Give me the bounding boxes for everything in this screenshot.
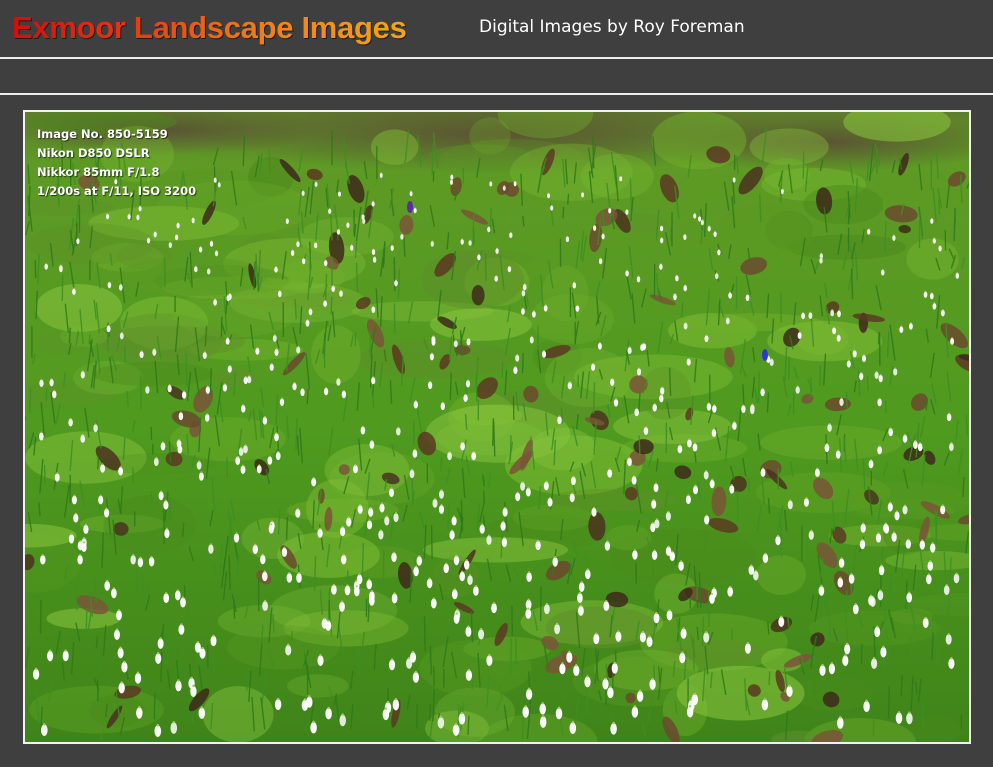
site-tagline: Digital Images by Roy Foreman xyxy=(479,17,745,37)
exif-exposure: 1/200s at F/11, ISO 3200 xyxy=(37,184,197,198)
site-title[interactable]: Exmoor Landscape Images xyxy=(12,8,407,48)
photo-image xyxy=(25,112,969,742)
nav-divider xyxy=(0,93,993,95)
page: Exmoor Landscape Images Digital Images b… xyxy=(0,0,993,767)
nav-bar xyxy=(0,59,993,93)
snowdrops-photo: Image No. 850-5159 Nikon D850 DSLR Nikko… xyxy=(23,110,971,744)
exif-lens: Nikkor 85mm F/1.8 xyxy=(37,165,160,179)
site-header: Exmoor Landscape Images Digital Images b… xyxy=(0,0,993,58)
exif-overlay: Image No. 850-5159 Nikon D850 DSLR Nikko… xyxy=(37,125,196,201)
exif-camera: Nikon D850 DSLR xyxy=(37,146,150,160)
exif-image-number: Image No. 850-5159 xyxy=(37,127,168,141)
